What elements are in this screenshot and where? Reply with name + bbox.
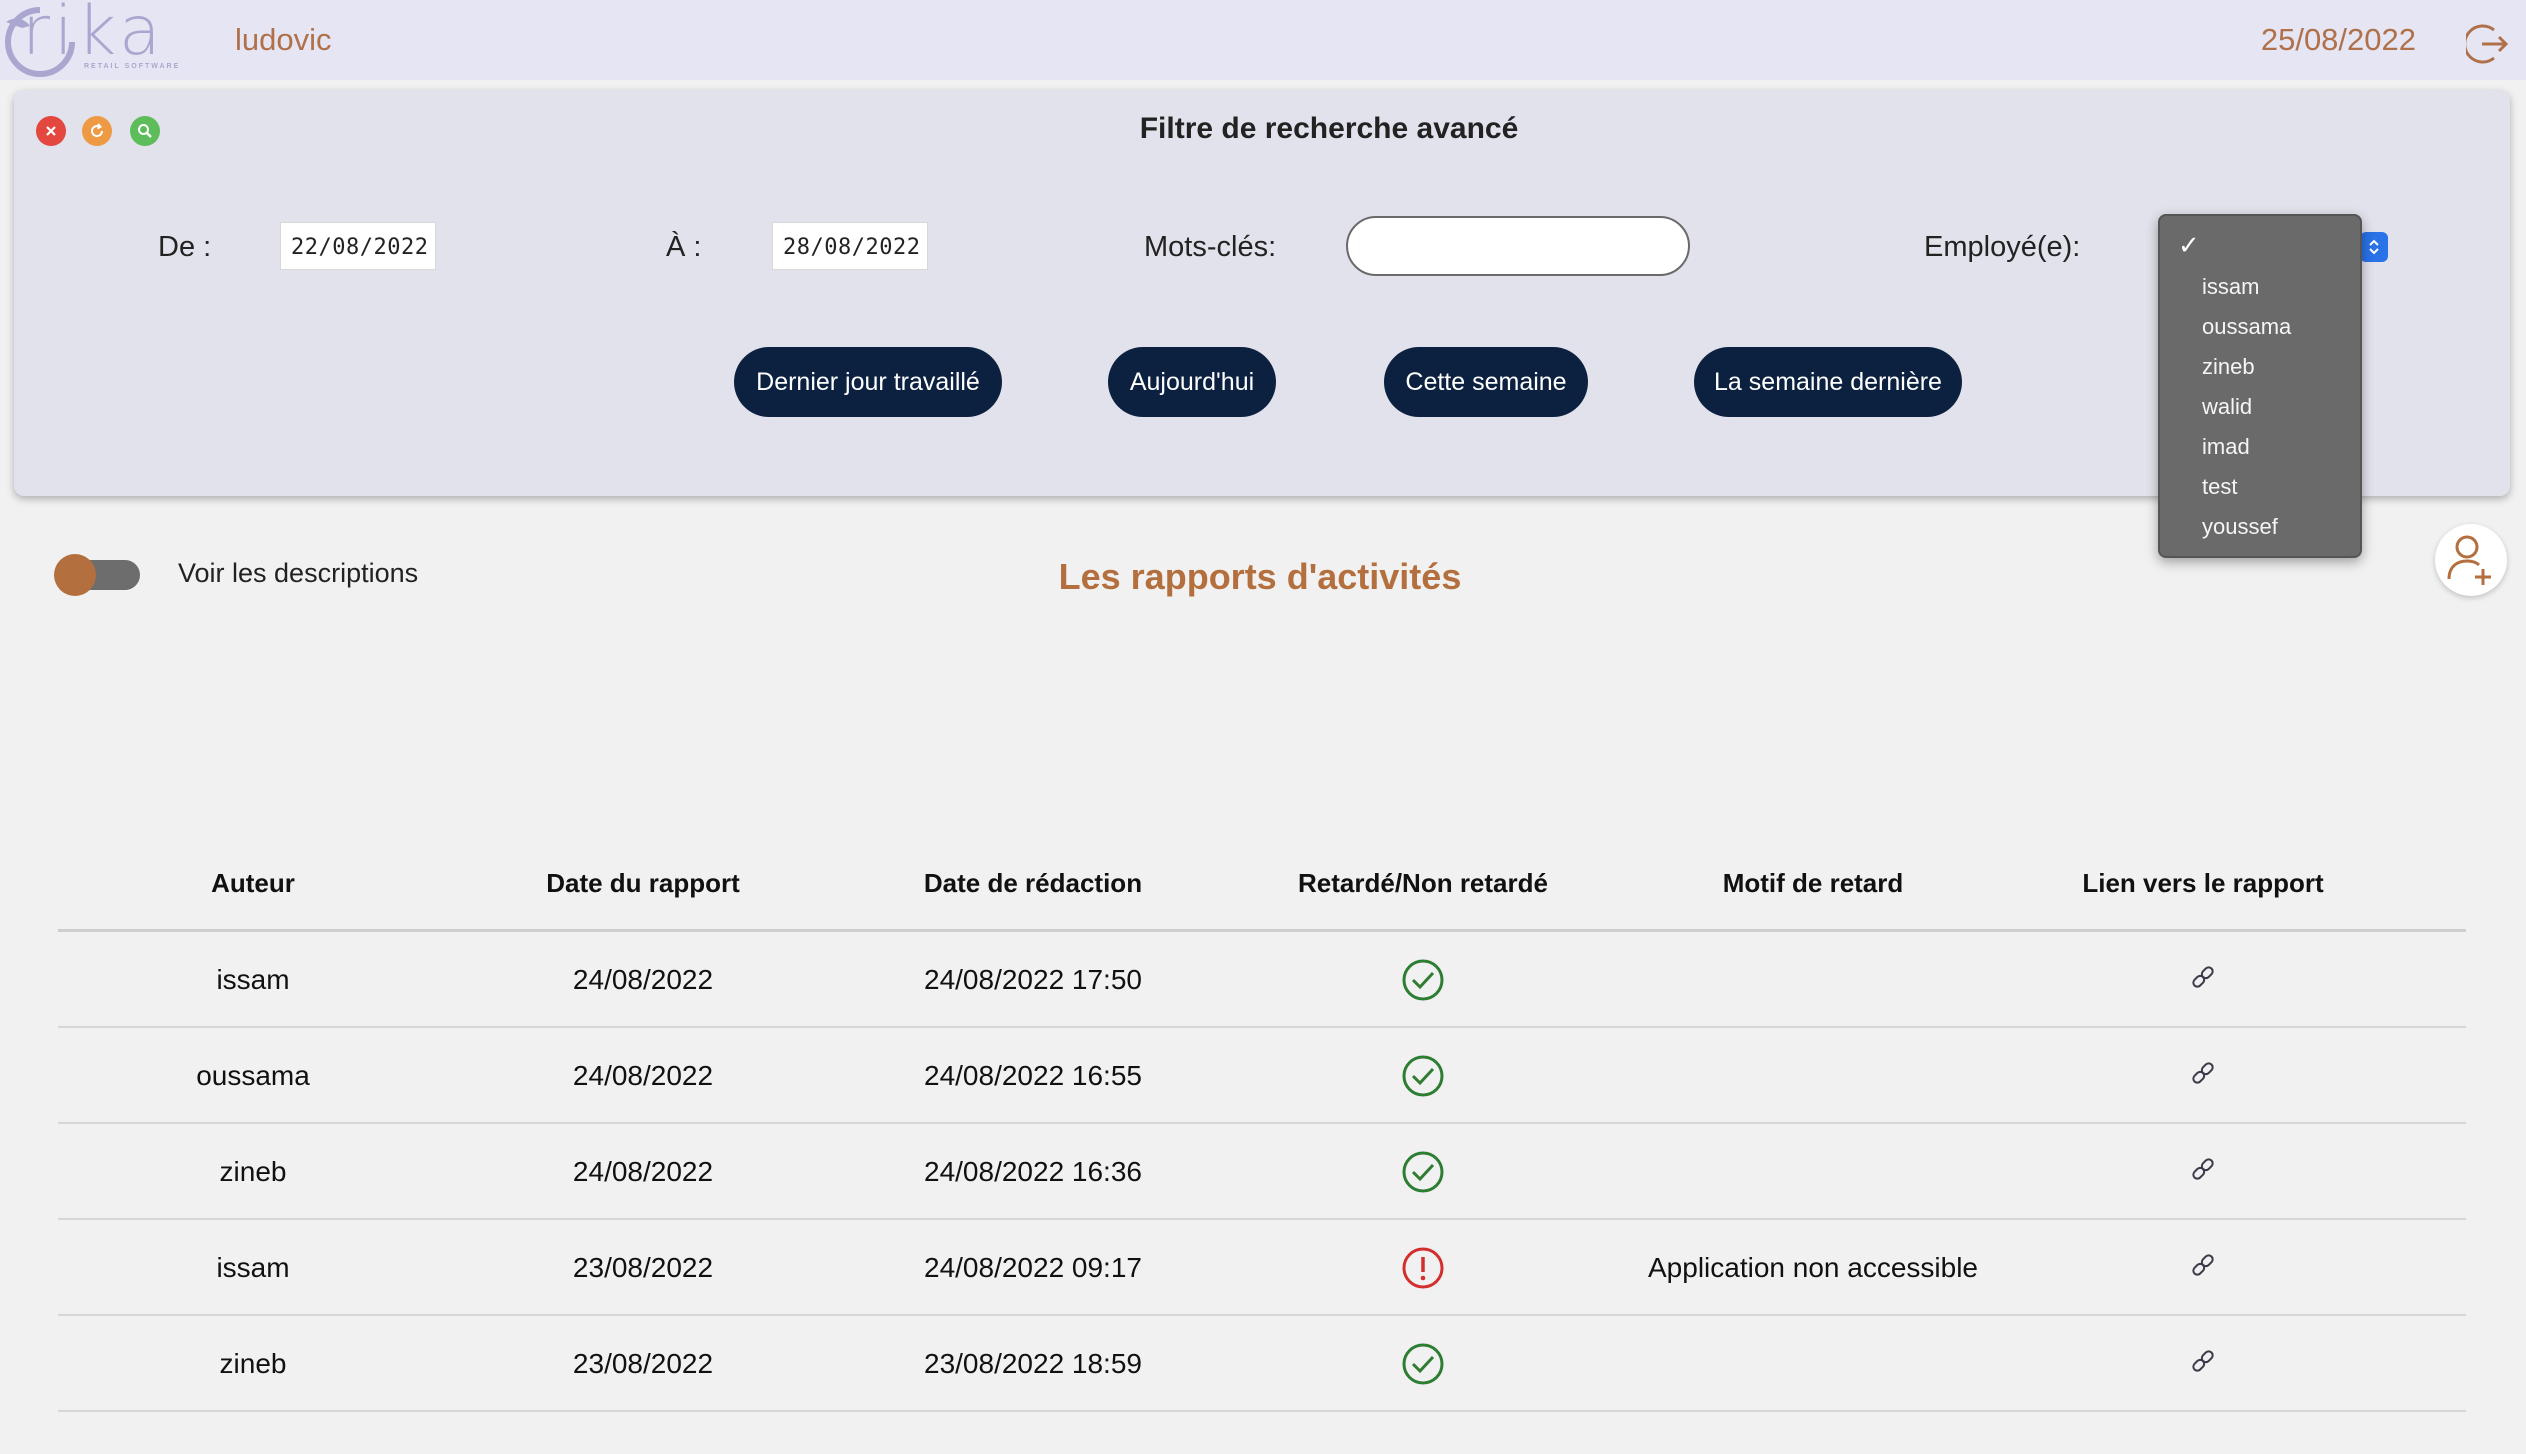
table-row-partial	[58, 1414, 2466, 1454]
column-header-written-at[interactable]: Date de rédaction	[838, 868, 1228, 899]
cell-report-date: 24/08/2022	[572, 1156, 714, 1187]
check-circle-icon	[1228, 1150, 1618, 1194]
logo-subtitle: RETAIL SOFTWARE	[84, 63, 181, 70]
filter-title: Filtre de recherche avancé	[1139, 112, 1519, 145]
cell-written-at: 23/08/2022 18:59	[924, 1348, 1142, 1379]
employee-option[interactable]: imad	[2202, 434, 2250, 460]
cell-report-date: 24/08/2022	[572, 1060, 714, 1091]
column-header-delay-status[interactable]: Retardé/Non retardé	[1228, 868, 1618, 899]
logo-text: rika	[22, 0, 165, 71]
employee-option[interactable]: zineb	[2202, 354, 2255, 380]
table-header: Auteur Date du rapport Date de rédaction…	[58, 860, 2466, 932]
employee-option[interactable]: youssef	[2202, 514, 2278, 540]
employee-dropdown-list[interactable]: ✓ issam oussama zineb walid imad test yo…	[2158, 214, 2362, 558]
keywords-input[interactable]	[1346, 216, 1690, 276]
page-title: Les rapports d'activités	[1058, 556, 1462, 597]
table-row: oussama 24/08/2022 24/08/2022 16:55	[58, 1028, 2466, 1124]
current-date: 25/08/2022	[2260, 22, 2416, 57]
orika-logo[interactable]: rika RETAIL SOFTWARE	[0, 0, 205, 78]
check-circle-icon	[1228, 1054, 1618, 1098]
from-date-input[interactable]: 22/08/2022	[280, 222, 436, 270]
employee-label: Employé(e):	[1924, 231, 2081, 263]
cell-author: oussama	[196, 1060, 310, 1091]
cell-written-at: 24/08/2022 16:36	[924, 1156, 1142, 1187]
to-date-input[interactable]: 28/08/2022	[772, 222, 928, 270]
table-row: issam 23/08/2022 24/08/2022 09:17 Applicati…	[58, 1220, 2466, 1316]
cell-report-date: 23/08/2022	[572, 1252, 714, 1283]
cell-written-at: 24/08/2022 17:50	[924, 964, 1142, 995]
employee-option[interactable]: test	[2202, 474, 2237, 500]
username: ludovic	[235, 22, 332, 57]
this-week-button[interactable]: Cette semaine	[1384, 347, 1588, 417]
cell-written-at: 24/08/2022 16:55	[924, 1060, 1142, 1091]
today-button[interactable]: Aujourd'hui	[1108, 347, 1276, 417]
logout-icon[interactable]	[2463, 22, 2510, 66]
cell-author: zineb	[219, 1156, 287, 1187]
cell-author: issam	[216, 1252, 290, 1283]
column-header-report-date[interactable]: Date du rapport	[448, 868, 838, 899]
column-header-author[interactable]: Auteur	[58, 868, 448, 899]
employee-option[interactable]: issam	[2202, 274, 2259, 300]
column-header-report-link[interactable]: Lien vers le rapport	[2008, 868, 2398, 899]
link-icon[interactable]	[2008, 1058, 2398, 1088]
cell-written-at: 24/08/2022 09:17	[924, 1252, 1142, 1283]
from-label: De :	[158, 231, 212, 263]
checkmark-icon: ✓	[2178, 230, 2200, 260]
table-row: zineb 23/08/2022 23/08/2022 18:59	[58, 1316, 2466, 1412]
cell-delay-reason: Application non accessible	[1648, 1252, 1978, 1283]
employee-select-chevron-icon[interactable]	[2360, 232, 2388, 262]
to-label: À :	[666, 231, 702, 263]
check-circle-icon	[1228, 958, 1618, 1002]
table-row: issam 24/08/2022 24/08/2022 17:50	[58, 932, 2466, 1028]
cell-report-date: 24/08/2022	[572, 964, 714, 995]
table-row: zineb 24/08/2022 24/08/2022 16:36	[58, 1124, 2466, 1220]
link-icon[interactable]	[2008, 1346, 2398, 1376]
cell-report-date: 23/08/2022	[572, 1348, 714, 1379]
employee-option[interactable]: oussama	[2202, 314, 2291, 340]
keywords-label: Mots-clés:	[1144, 231, 1277, 263]
last-week-button[interactable]: La semaine dernière	[1694, 347, 1962, 417]
cell-author: zineb	[219, 1348, 287, 1379]
top-bar: rika RETAIL SOFTWARE ludovic 25/08/2022	[0, 0, 2526, 80]
link-icon[interactable]	[2008, 962, 2398, 992]
cell-author: issam	[216, 964, 290, 995]
link-icon[interactable]	[2008, 1154, 2398, 1184]
link-icon[interactable]	[2008, 1250, 2398, 1280]
last-worked-day-button[interactable]: Dernier jour travaillé	[734, 347, 1002, 417]
add-user-icon[interactable]	[2435, 524, 2507, 596]
column-header-delay-reason[interactable]: Motif de retard	[1618, 868, 2008, 899]
employee-option[interactable]: walid	[2202, 394, 2252, 420]
check-circle-icon	[1228, 1342, 1618, 1386]
alert-circle-icon	[1228, 1246, 1618, 1290]
advanced-filter-panel: Filtre de recherche avancé De : 22/08/20…	[14, 90, 2510, 496]
